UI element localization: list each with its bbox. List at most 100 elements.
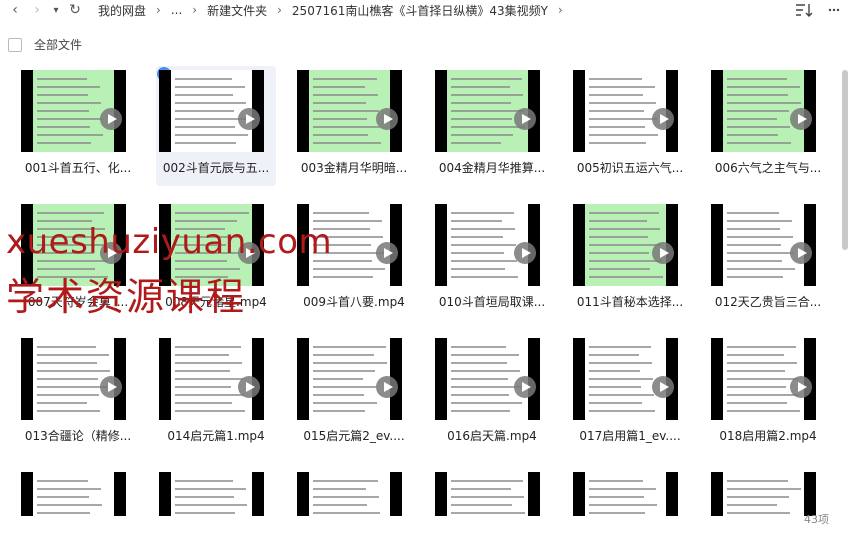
file-item[interactable]: 018启用篇2.mp4 bbox=[708, 334, 828, 454]
play-icon[interactable] bbox=[238, 108, 260, 130]
file-name[interactable]: 010斗首垣局取课... bbox=[432, 293, 552, 310]
file-item[interactable]: 017启用篇1_ev.... bbox=[570, 334, 690, 454]
video-thumbnail[interactable] bbox=[573, 70, 678, 152]
file-item[interactable]: 014启元篇1.mp4 bbox=[156, 334, 276, 454]
play-icon[interactable] bbox=[790, 376, 812, 398]
thumbnail-text-line bbox=[727, 118, 777, 120]
thumbnail-text-line bbox=[589, 142, 646, 144]
play-icon[interactable] bbox=[376, 376, 398, 398]
more-icon[interactable] bbox=[827, 3, 841, 17]
file-item[interactable]: 013合疆论（精修... bbox=[18, 334, 138, 454]
thumbnail-text-line bbox=[175, 402, 232, 404]
play-icon[interactable] bbox=[238, 376, 260, 398]
play-icon[interactable] bbox=[514, 242, 536, 264]
file-name[interactable]: 015启元篇2_ev.... bbox=[294, 427, 414, 444]
file-name[interactable]: 014启元篇1.mp4 bbox=[156, 427, 276, 444]
file-name[interactable]: 013合疆论（精修... bbox=[18, 427, 138, 444]
file-item[interactable]: 005初识五运六气... bbox=[570, 66, 690, 186]
sort-icon[interactable] bbox=[795, 3, 813, 17]
select-all[interactable]: 全部文件 bbox=[8, 36, 82, 53]
play-icon[interactable] bbox=[376, 108, 398, 130]
play-icon[interactable] bbox=[790, 242, 812, 264]
file-name[interactable]: 016启天篇.mp4 bbox=[432, 427, 552, 444]
breadcrumb-folder[interactable]: 新建文件夹 bbox=[205, 2, 269, 19]
video-thumbnail[interactable] bbox=[573, 204, 678, 286]
file-item[interactable]: 015启元篇2_ev.... bbox=[294, 334, 414, 454]
play-icon[interactable] bbox=[100, 376, 122, 398]
video-thumbnail[interactable] bbox=[21, 70, 126, 152]
video-thumbnail[interactable] bbox=[297, 472, 402, 516]
file-item[interactable]: 011斗首秘本选择... bbox=[570, 200, 690, 320]
video-thumbnail[interactable] bbox=[159, 338, 264, 420]
back-icon[interactable]: ‹ bbox=[4, 0, 26, 20]
play-icon[interactable] bbox=[100, 108, 122, 130]
file-item[interactable]: 006六气之主气与... bbox=[708, 66, 828, 186]
file-item[interactable]: 004金精月华推算... bbox=[432, 66, 552, 186]
thumbnail-text-line bbox=[451, 212, 514, 214]
file-item[interactable] bbox=[570, 468, 690, 516]
video-thumbnail[interactable] bbox=[711, 204, 816, 286]
video-thumbnail[interactable] bbox=[297, 338, 402, 420]
file-name[interactable]: 006六气之主气与... bbox=[708, 159, 828, 176]
play-icon[interactable] bbox=[376, 242, 398, 264]
forward-icon[interactable]: › bbox=[26, 0, 48, 20]
video-thumbnail[interactable] bbox=[297, 70, 402, 152]
file-name[interactable]: 005初识五运六气... bbox=[570, 159, 690, 176]
file-item[interactable]: 003金精月华明暗... bbox=[294, 66, 414, 186]
refresh-icon[interactable]: ↻ bbox=[64, 0, 86, 20]
file-item[interactable]: 010斗首垣局取课... bbox=[432, 200, 552, 320]
file-name[interactable]: 018启用篇2.mp4 bbox=[708, 427, 828, 444]
thumbnail-text-line bbox=[37, 346, 96, 348]
video-thumbnail[interactable] bbox=[435, 472, 540, 516]
breadcrumb-sep-icon: › bbox=[156, 3, 161, 17]
file-name[interactable]: 012天乙贵旨三合... bbox=[708, 293, 828, 310]
thumbnail-text-line bbox=[313, 386, 376, 388]
thumbnail-text-line bbox=[451, 78, 522, 80]
video-thumbnail[interactable] bbox=[21, 338, 126, 420]
video-thumbnail[interactable] bbox=[711, 70, 816, 152]
file-item[interactable] bbox=[294, 468, 414, 516]
file-item[interactable]: 016启天篇.mp4 bbox=[432, 334, 552, 454]
breadcrumb-home[interactable]: 我的网盘 bbox=[96, 2, 148, 19]
file-name[interactable]: 004金精月华推算... bbox=[432, 159, 552, 176]
file-item[interactable] bbox=[708, 468, 828, 516]
play-icon[interactable] bbox=[790, 108, 812, 130]
video-thumbnail[interactable] bbox=[711, 472, 816, 516]
file-name[interactable]: 002斗首元辰与五... bbox=[156, 159, 276, 176]
video-thumbnail[interactable] bbox=[435, 70, 540, 152]
video-thumbnail[interactable] bbox=[573, 472, 678, 516]
chevron-down-icon[interactable]: ▾ bbox=[48, 0, 64, 20]
video-thumbnail[interactable] bbox=[435, 338, 540, 420]
file-item[interactable]: ✓002斗首元辰与五... bbox=[156, 66, 276, 186]
video-thumbnail[interactable] bbox=[159, 70, 264, 152]
thumbnail-page bbox=[585, 472, 666, 516]
thumbnail-text-line bbox=[175, 94, 233, 96]
file-item[interactable] bbox=[18, 468, 138, 516]
file-name[interactable]: 003金精月华明暗... bbox=[294, 159, 414, 176]
breadcrumb-ellipsis[interactable]: ... bbox=[169, 3, 184, 17]
video-thumbnail[interactable] bbox=[21, 472, 126, 516]
file-name[interactable]: 009斗首八要.mp4 bbox=[294, 293, 414, 310]
thumbnail-text-line bbox=[589, 268, 650, 270]
file-item[interactable] bbox=[432, 468, 552, 516]
video-thumbnail[interactable] bbox=[573, 338, 678, 420]
thumbnail-text-line bbox=[37, 94, 88, 96]
play-icon[interactable] bbox=[652, 242, 674, 264]
video-thumbnail[interactable] bbox=[159, 472, 264, 516]
play-icon[interactable] bbox=[652, 376, 674, 398]
breadcrumb-current[interactable]: 2507161南山樵客《斗首择日纵横》43集视频Y bbox=[290, 2, 550, 19]
play-icon[interactable] bbox=[514, 108, 536, 130]
file-item[interactable]: 012天乙贵旨三合... bbox=[708, 200, 828, 320]
file-name[interactable]: 011斗首秘本选择... bbox=[570, 293, 690, 310]
file-item[interactable] bbox=[156, 468, 276, 516]
scrollbar[interactable] bbox=[842, 70, 848, 250]
video-thumbnail[interactable] bbox=[435, 204, 540, 286]
thumbnail-text-line bbox=[727, 134, 778, 136]
file-name[interactable]: 017启用篇1_ev.... bbox=[570, 427, 690, 444]
video-thumbnail[interactable] bbox=[711, 338, 816, 420]
play-icon[interactable] bbox=[514, 376, 536, 398]
select-all-checkbox[interactable] bbox=[8, 37, 22, 52]
file-item[interactable]: 001斗首五行、化... bbox=[18, 66, 138, 186]
play-icon[interactable] bbox=[652, 108, 674, 130]
file-name[interactable]: 001斗首五行、化... bbox=[18, 159, 138, 176]
